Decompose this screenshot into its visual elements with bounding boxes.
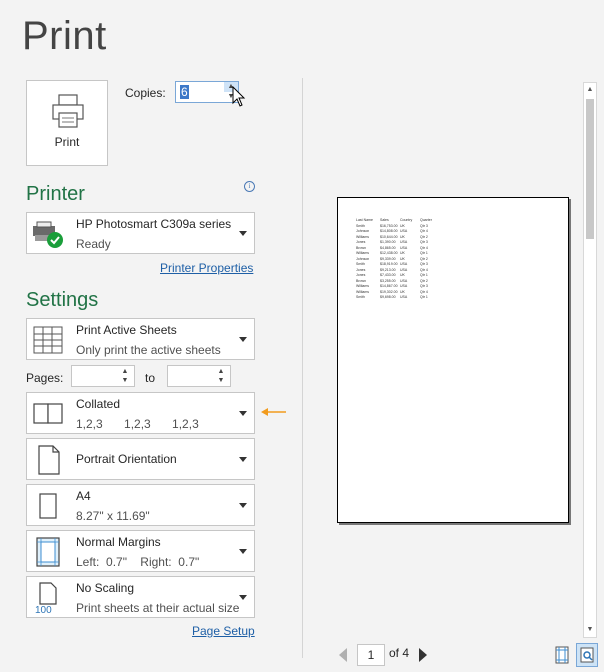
pages-label: Pages: (26, 371, 64, 385)
mouse-pointer-icon (232, 86, 246, 107)
chevron-down-icon (239, 411, 247, 416)
chevron-down-icon (239, 595, 247, 600)
orientation-select[interactable]: Portrait Orientation (26, 438, 255, 480)
print-button-label: Print (54, 135, 80, 149)
chevron-down-icon (239, 503, 247, 508)
printer-select[interactable]: HP Photosmart C309a series Ready (26, 212, 255, 254)
settings-section-title: Settings (26, 289, 99, 311)
pages-from-decrement-icon[interactable]: ▼ (118, 376, 132, 386)
current-page-input[interactable]: 1 (357, 644, 385, 666)
scaling-select[interactable]: 100 No Scaling Print sheets at their act… (26, 576, 255, 618)
printer-icon (52, 94, 84, 128)
printer-name: HP Photosmart C309a series (76, 217, 232, 231)
pages-to-label: to (145, 371, 156, 385)
chevron-down-icon (239, 549, 247, 554)
scroll-up-icon[interactable]: ▲ (584, 83, 596, 97)
print-what-title: Print Active Sheets (76, 323, 177, 337)
scroll-down-icon[interactable]: ▼ (584, 623, 596, 637)
collated-pages-icon (33, 403, 63, 424)
copies-stepper[interactable]: 6 ▲ ▼ (175, 81, 239, 103)
scaling-subtitle: Print sheets at their actual size (76, 601, 240, 615)
chevron-down-icon (239, 457, 247, 462)
pages-to-input[interactable]: ▲ ▼ (167, 365, 231, 387)
next-page-icon[interactable] (418, 647, 428, 663)
preview-cell: $9,698.00 (380, 295, 396, 299)
collation-select[interactable]: Collated 1,2,3 1,2,3 1,2,3 (26, 392, 255, 434)
previous-page-icon[interactable] (338, 647, 348, 663)
page-setup-link[interactable]: Page Setup (192, 624, 255, 638)
sheet-grid-icon (33, 326, 63, 354)
scaling-title: No Scaling (76, 581, 135, 595)
paper-size-icon (39, 493, 57, 519)
indicator-arrow-icon (261, 408, 286, 416)
copies-label: Copies: (125, 86, 166, 100)
collation-title: Collated (76, 397, 121, 411)
preview-cell: Smith (356, 295, 365, 299)
copies-value[interactable]: 6 (180, 85, 189, 99)
show-margins-icon[interactable] (555, 646, 569, 664)
print-what-select[interactable]: Print Active Sheets Only print the activ… (26, 318, 255, 360)
pages-to-decrement-icon[interactable]: ▼ (214, 376, 228, 386)
preview-scrollbar[interactable]: ▲ ▼ (583, 82, 597, 638)
scaling-icon-text: 100 (35, 605, 52, 614)
margins-subtitle: Left: 0.7" Right: 0.7" (76, 555, 200, 569)
print-what-subtitle: Only print the active sheets (76, 343, 221, 357)
chevron-down-icon (239, 337, 247, 342)
page-title: Print (22, 14, 107, 58)
pages-from-input[interactable]: ▲ ▼ (71, 365, 135, 387)
zoom-to-page-button[interactable] (576, 643, 598, 667)
scaling-icon: 100 (35, 582, 57, 614)
panel-divider (302, 78, 303, 658)
margins-icon (36, 537, 60, 567)
print-button[interactable]: Print (26, 80, 108, 166)
printer-section-title: Printer (26, 183, 85, 205)
paper-size-select[interactable]: A4 8.27" x 11.69" (26, 484, 255, 526)
page-count-label: of 4 (389, 646, 410, 660)
scrollbar-thumb[interactable] (586, 99, 594, 239)
zoom-to-page-icon (580, 647, 594, 663)
preview-cell: Qtr 1 (420, 295, 428, 299)
print-preview-page: Last Name Sales Country Quarter Smith $16,753… (337, 197, 569, 523)
margins-select[interactable]: Normal Margins Left: 0.7" Right: 0.7" (26, 530, 255, 572)
paper-size-title: A4 (76, 489, 91, 503)
preview-cell: USA (400, 295, 408, 299)
orientation-title: Portrait Orientation (76, 452, 177, 466)
info-icon[interactable]: i (244, 181, 255, 192)
paper-size-subtitle: 8.27" x 11.69" (76, 509, 150, 523)
margins-title: Normal Margins (76, 535, 161, 549)
printer-properties-link[interactable]: Printer Properties (160, 261, 253, 275)
chevron-down-icon (239, 231, 247, 236)
portrait-page-icon (38, 445, 60, 475)
printer-ready-icon (33, 221, 63, 248)
collation-subtitle: 1,2,3 1,2,3 1,2,3 (76, 417, 199, 431)
printer-status: Ready (76, 237, 111, 251)
